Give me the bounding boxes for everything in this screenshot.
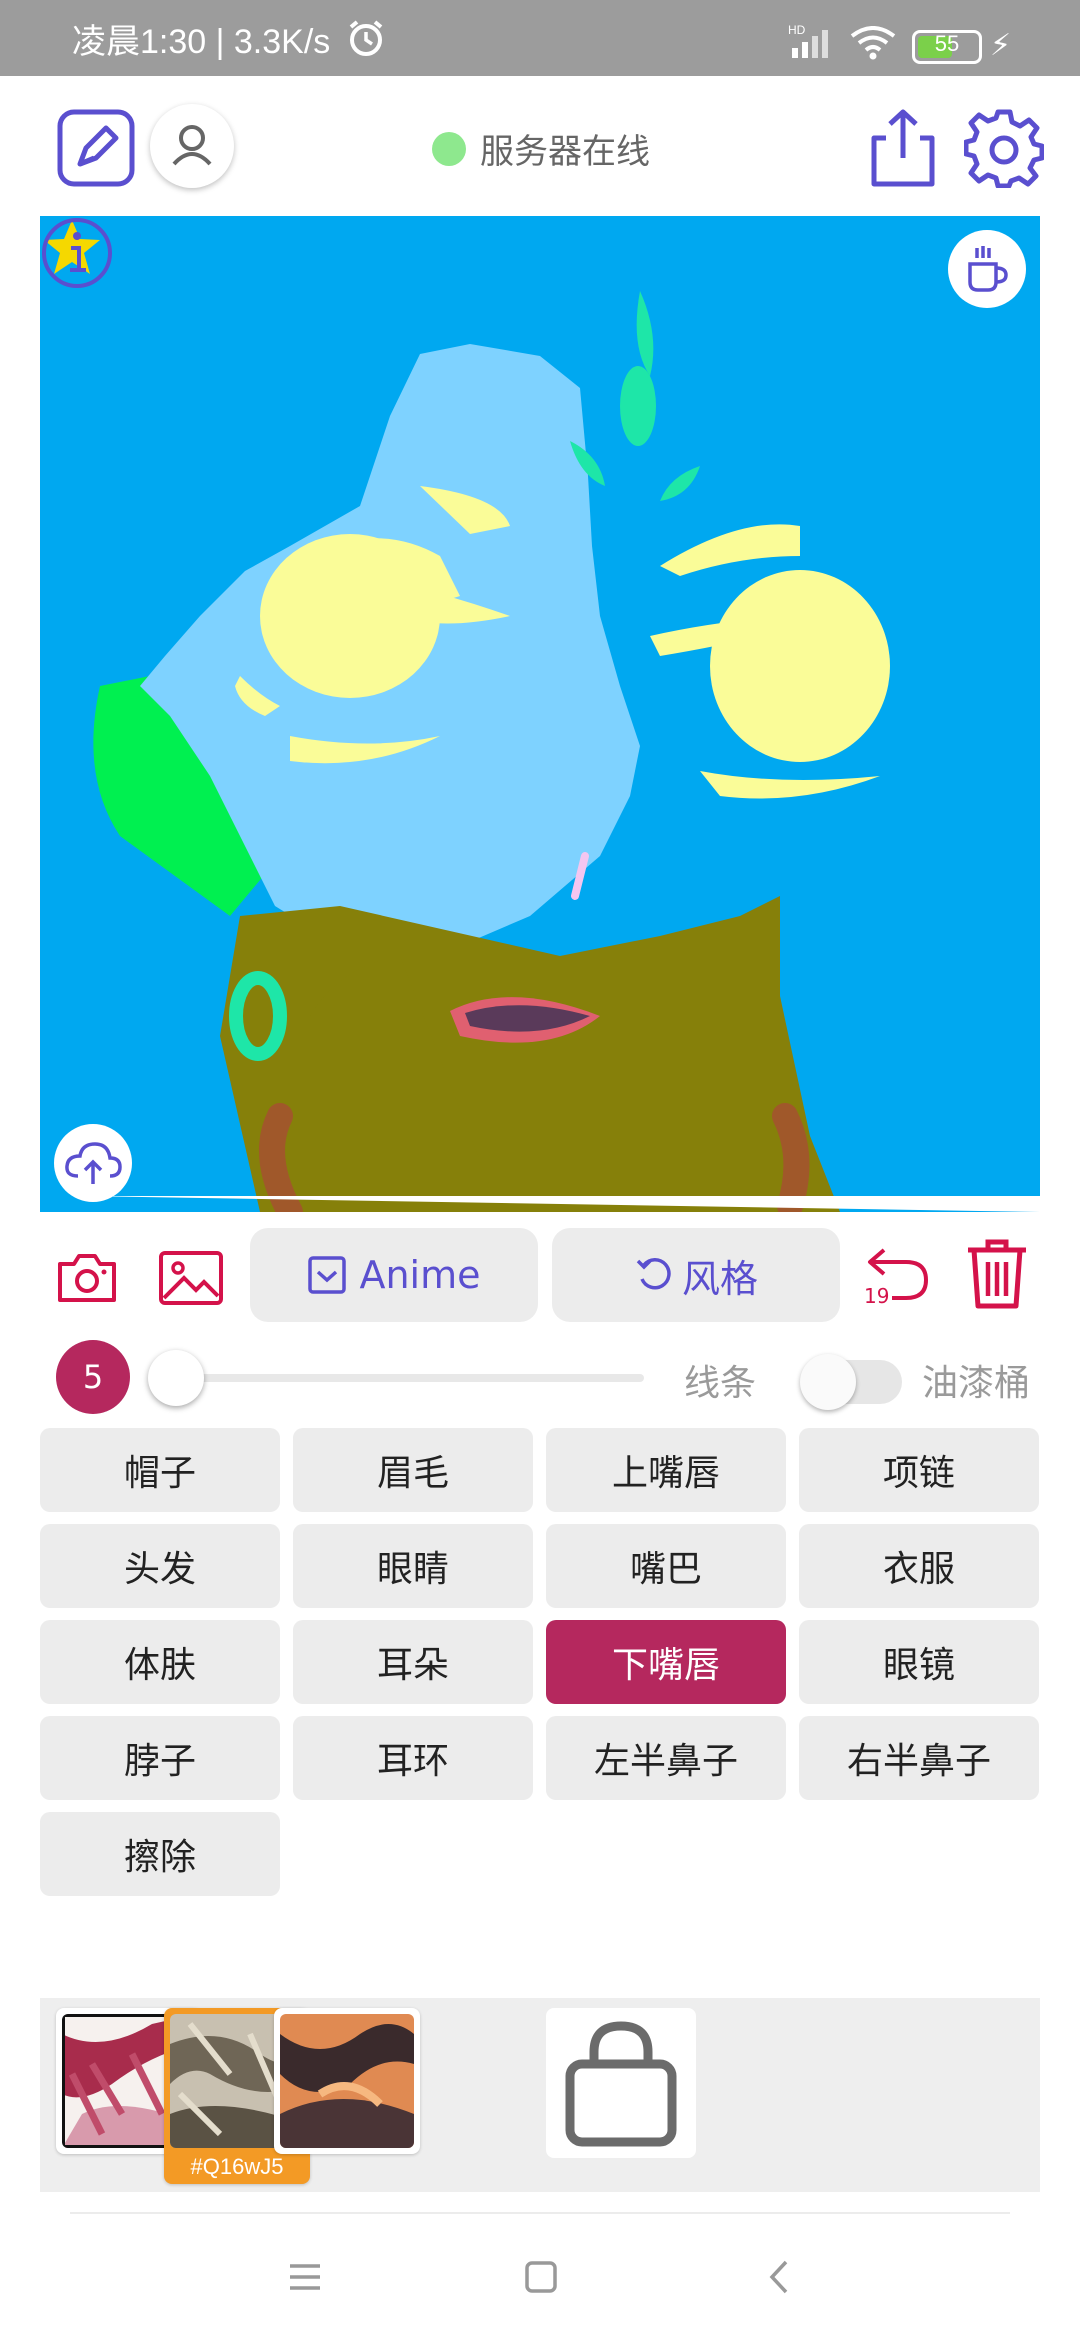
gallery-button[interactable] <box>158 1250 224 1306</box>
settings-gear-icon[interactable] <box>964 108 1044 188</box>
alarm-icon <box>349 20 383 56</box>
status-bar: 凌晨1:30 | 3.3K/s HD 55 ⚡ <box>0 0 1080 76</box>
lock-bag-icon <box>565 2021 677 2147</box>
locked-style-card[interactable] <box>546 2008 696 2158</box>
part-button[interactable]: 脖子 <box>40 1716 280 1800</box>
menu-nav-icon[interactable] <box>288 2262 322 2292</box>
anime-label: Anime <box>359 1253 481 1297</box>
coffee-support-button[interactable] <box>948 230 1026 308</box>
part-button[interactable]: 耳朵 <box>293 1620 533 1704</box>
cellular-signal-icon: HD <box>788 24 828 58</box>
user-icon <box>172 125 212 166</box>
style-thumbnail-strip: #Q16wJ5 <box>40 1998 1040 2192</box>
bottom-divider <box>70 2212 1010 2214</box>
part-button[interactable]: 眼睛 <box>293 1524 533 1608</box>
bucket-toggle[interactable] <box>800 1354 902 1410</box>
cloud-upload-icon <box>65 1142 122 1184</box>
style-button[interactable]: 风格 <box>552 1228 840 1322</box>
part-button[interactable]: 右半鼻子 <box>799 1716 1039 1800</box>
tool-row: Anime 风格 19 <box>0 1222 1080 1332</box>
part-button[interactable]: 眼镜 <box>799 1620 1039 1704</box>
part-button[interactable]: 擦除 <box>40 1812 280 1896</box>
top-bar: 服务器在线 <box>0 76 1080 216</box>
sketch-drawing <box>80 291 1040 1212</box>
brush-size-badge: 5 <box>56 1340 130 1414</box>
part-button[interactable]: 眉毛 <box>293 1428 533 1512</box>
system-nav-bar <box>0 2218 1080 2340</box>
network-type-label: HD <box>788 24 806 37</box>
style-thumb-3[interactable] <box>274 2008 420 2154</box>
part-button[interactable]: 上嘴唇 <box>546 1428 786 1512</box>
style-thumb-2-code: #Q16wJ5 <box>190 2154 284 2179</box>
cloud-upload-button[interactable] <box>54 1124 132 1202</box>
brush-size-slider-thumb[interactable] <box>148 1350 204 1406</box>
server-status-text: 服务器在线 <box>480 132 650 172</box>
checkbox-icon <box>308 1256 347 1294</box>
wifi-icon <box>850 26 896 60</box>
brush-controls: 5 线条 油漆桶 <box>0 1336 1080 1416</box>
coffee-cup-icon <box>968 246 1008 292</box>
style-label: 风格 <box>681 1256 758 1301</box>
status-time: 凌晨1:30 | 3.3K/s <box>72 23 331 61</box>
part-button[interactable]: 耳环 <box>293 1716 533 1800</box>
account-button[interactable] <box>150 104 234 188</box>
battery-icon: 55 <box>912 30 982 64</box>
part-button[interactable]: 下嘴唇 <box>546 1620 786 1704</box>
anime-mode-button[interactable]: Anime <box>250 1228 538 1322</box>
undo-count: 19 <box>864 1284 890 1308</box>
back-nav-icon[interactable] <box>766 2258 792 2296</box>
battery-level: 55 <box>934 31 960 56</box>
bucket-toggle-knob <box>800 1354 856 1410</box>
bucket-mode-label: 油漆桶 <box>922 1363 1031 1404</box>
delete-trash-button[interactable] <box>964 1236 1030 1310</box>
drawing-canvas[interactable] <box>40 216 1040 1212</box>
server-status: 服务器在线 <box>432 124 650 173</box>
home-nav-icon[interactable] <box>524 2260 558 2294</box>
charging-icon: ⚡ <box>990 28 1012 63</box>
style-thumb-3-image <box>280 2014 414 2148</box>
camera-button[interactable] <box>56 1246 118 1308</box>
part-button[interactable]: 嘴巴 <box>546 1524 786 1608</box>
info-icon[interactable] <box>40 216 114 290</box>
part-button[interactable]: 左半鼻子 <box>546 1716 786 1800</box>
draw-mode-button[interactable] <box>56 108 136 188</box>
part-button[interactable]: 项链 <box>799 1428 1039 1512</box>
brush-size-slider-track[interactable] <box>150 1374 644 1382</box>
part-button[interactable]: 头发 <box>40 1524 280 1608</box>
share-button[interactable] <box>866 106 940 190</box>
part-button[interactable]: 体肤 <box>40 1620 280 1704</box>
part-button[interactable]: 帽子 <box>40 1428 280 1512</box>
line-mode-label: 线条 <box>684 1363 757 1404</box>
refresh-icon <box>636 1257 671 1290</box>
part-button[interactable]: 衣服 <box>799 1524 1039 1608</box>
server-status-dot <box>432 131 466 166</box>
